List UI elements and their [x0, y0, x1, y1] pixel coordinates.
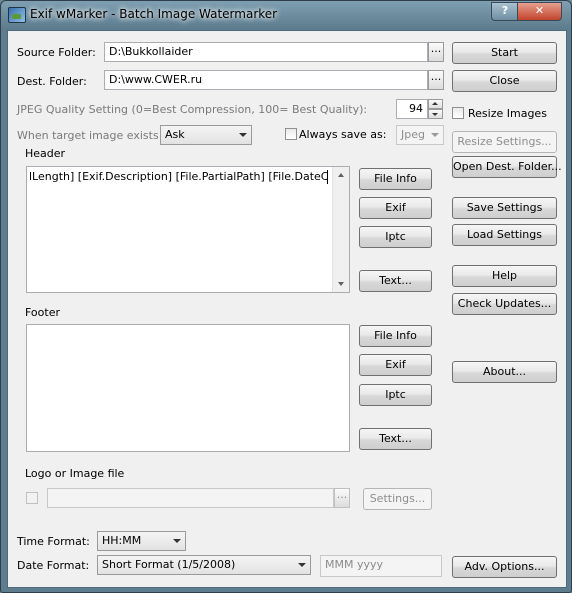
jpeg-quality-spinner[interactable] — [428, 99, 443, 119]
dest-browse-button[interactable]: ... — [428, 70, 444, 90]
date-format-label: Date Format: — [17, 559, 90, 572]
about-button[interactable]: About... — [452, 361, 557, 383]
header-iptc-button[interactable]: Iptc — [359, 226, 432, 248]
logo-browse-button[interactable]: ... — [334, 488, 350, 508]
time-format-label: Time Format: — [17, 535, 90, 548]
jpeg-quality-input[interactable]: 94 — [396, 99, 428, 119]
help-button[interactable]: Help — [452, 265, 557, 287]
logo-file-input[interactable] — [47, 488, 334, 508]
always-save-checkbox[interactable] — [285, 128, 297, 140]
dialog-client-area: Source Folder: D:\Bukkollaider ... Dest.… — [7, 30, 567, 588]
close-button[interactable]: Close — [452, 70, 557, 92]
start-button[interactable]: Start — [452, 42, 557, 64]
footer-text-button[interactable]: Text... — [359, 428, 432, 450]
window-title: Exif wMarker - Batch Image Watermarker — [30, 7, 278, 21]
footer-file-info-button[interactable]: File Info — [359, 325, 432, 347]
header-textarea[interactable]: lLength] [Exif.Description] [File.Partia… — [26, 166, 350, 293]
target-exists-select[interactable]: Ask — [160, 125, 252, 145]
chevron-down-icon — [173, 539, 181, 543]
check-updates-button[interactable]: Check Updates... — [452, 293, 557, 315]
footer-iptc-button[interactable]: Iptc — [359, 384, 432, 406]
footer-textarea[interactable] — [26, 324, 350, 452]
custom-date-input[interactable]: MMM yyyy — [320, 555, 442, 577]
chevron-down-icon — [298, 563, 306, 567]
open-dest-folder-button[interactable]: Open Dest. Folder... — [452, 156, 562, 178]
logo-checkbox[interactable] — [26, 492, 38, 504]
header-scrollbar[interactable] — [332, 167, 349, 292]
time-format-select[interactable]: HH:MM — [97, 531, 186, 551]
logo-label: Logo or Image file — [25, 467, 125, 480]
footer-exif-button[interactable]: Exif — [359, 354, 432, 376]
adv-options-button[interactable]: Adv. Options... — [452, 556, 557, 578]
save-settings-button[interactable]: Save Settings — [452, 197, 557, 219]
close-window-button[interactable]: ✕ — [517, 2, 562, 21]
resize-settings-button[interactable]: Resize Settings... — [452, 131, 557, 153]
footer-label: Footer — [25, 306, 60, 319]
date-format-value: Short Format (1/5/2008) — [102, 558, 236, 571]
logo-settings-button[interactable]: Settings... — [363, 488, 432, 510]
resize-images-label: Resize Images — [468, 107, 547, 120]
dest-folder-label: Dest. Folder: — [17, 75, 87, 88]
chevron-down-icon — [431, 133, 439, 137]
time-format-value: HH:MM — [102, 534, 142, 547]
spin-down-icon[interactable] — [428, 109, 443, 119]
resize-images-checkbox[interactable] — [452, 107, 464, 119]
header-text-button[interactable]: Text... — [359, 270, 432, 292]
target-exists-value: Ask — [165, 128, 185, 141]
always-save-label: Always save as: — [299, 128, 387, 141]
source-folder-input[interactable]: D:\Bukkollaider — [104, 42, 428, 62]
source-folder-label: Source Folder: — [17, 46, 96, 59]
header-text: lLength] [Exif.Description] [File.Partia… — [29, 170, 329, 183]
date-format-select[interactable]: Short Format (1/5/2008) — [97, 555, 311, 575]
chevron-down-icon — [239, 133, 247, 137]
scroll-up-icon[interactable] — [338, 173, 344, 177]
dest-folder-input[interactable]: D:\www.CWER.ru — [104, 70, 428, 90]
jpeg-quality-label: JPEG Quality Setting (0=Best Compression… — [17, 103, 368, 116]
target-exists-label: When target image exists: — [17, 129, 163, 142]
scroll-down-icon[interactable] — [338, 282, 344, 286]
help-title-button[interactable]: ? — [491, 2, 518, 21]
main-window: Exif wMarker - Batch Image Watermarker ?… — [0, 0, 572, 593]
save-format-value: Jpeg — [401, 128, 425, 141]
text-caret — [327, 170, 328, 184]
save-format-select[interactable]: Jpeg — [396, 125, 444, 145]
app-icon — [8, 7, 26, 23]
title-bar: Exif wMarker - Batch Image Watermarker ?… — [1, 1, 571, 29]
load-settings-button[interactable]: Load Settings — [452, 224, 557, 246]
header-label: Header — [25, 147, 66, 160]
header-file-info-button[interactable]: File Info — [359, 168, 432, 190]
source-browse-button[interactable]: ... — [428, 42, 444, 62]
spin-up-icon[interactable] — [428, 99, 443, 109]
header-exif-button[interactable]: Exif — [359, 197, 432, 219]
